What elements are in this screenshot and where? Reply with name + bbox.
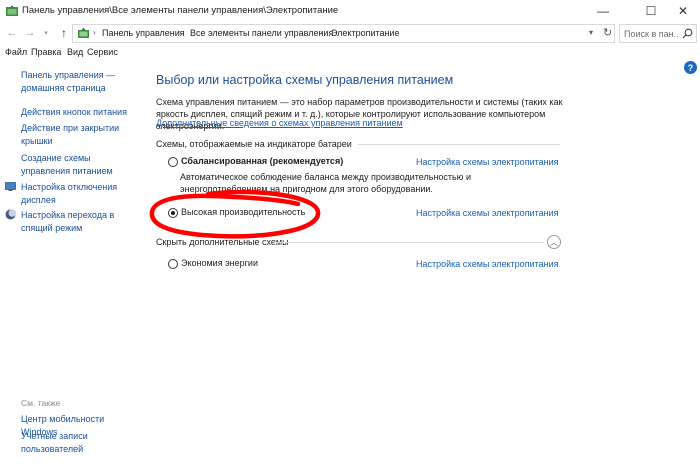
breadcrumb-separator: ›: [93, 28, 96, 37]
page-title: Выбор или настройка схемы управления пит…: [156, 73, 454, 87]
menu-view[interactable]: Вид: [67, 47, 83, 57]
power-options-icon: [6, 5, 18, 16]
control-panel-icon: [78, 27, 89, 38]
up-button[interactable]: ↑: [56, 25, 72, 41]
minimize-button[interactable]: —: [586, 0, 620, 22]
menu-bar: Файл Правка Вид Сервис: [0, 44, 700, 60]
breadcrumb-separator: ›: [320, 28, 323, 37]
sidebar-item-sleep[interactable]: Настройка перехода в спящий режим: [21, 209, 141, 234]
divider: [358, 144, 560, 145]
plan-balanced-label[interactable]: Сбалансированная (рекомендуется): [181, 156, 343, 166]
sidebar-item-create-plan[interactable]: Создание схемы управления питанием: [21, 152, 141, 177]
search-icon[interactable]: [682, 28, 693, 39]
menu-tools[interactable]: Сервис: [87, 47, 118, 57]
plan-high-performance-settings-link[interactable]: Настройка схемы электропитания: [416, 208, 559, 218]
address-bar[interactable]: › Панель управления › Все элементы панел…: [72, 24, 615, 43]
menu-edit[interactable]: Правка: [31, 47, 61, 57]
navigation-bar: ← → ▾ ↑ › Панель управления › Все элемен…: [0, 22, 700, 44]
sidebar-item-user-accounts[interactable]: Учетные записи пользователей: [21, 430, 116, 455]
see-also-label: См. также: [21, 398, 61, 408]
display-shield-icon: [5, 182, 16, 191]
breadcrumb-all-items[interactable]: Все элементы панели управления: [190, 28, 333, 38]
collapse-chevron-icon[interactable]: ︿: [547, 235, 561, 249]
menu-file[interactable]: Файл: [5, 47, 27, 57]
forward-button[interactable]: →: [22, 25, 38, 41]
refresh-icon[interactable]: ↻: [603, 26, 612, 39]
hide-additional-plans-label[interactable]: Скрыть дополнительные схемы: [156, 237, 289, 247]
plan-power-saver-radio[interactable]: [168, 259, 178, 269]
plan-power-saver-label[interactable]: Экономия энергии: [181, 258, 258, 268]
sidebar-item-display-off[interactable]: Настройка отключения дисплея: [21, 181, 141, 206]
plan-high-performance-label[interactable]: Высокая производительность: [181, 207, 305, 217]
breadcrumb-power-options[interactable]: Электропитание: [331, 28, 400, 38]
recent-locations-button[interactable]: ▾: [40, 25, 52, 41]
plan-balanced-radio[interactable]: [168, 157, 178, 167]
plan-balanced-description: Автоматическое соблюдение баланса между …: [180, 172, 472, 194]
title-bar: Панель управления\Все элементы панели уп…: [0, 0, 700, 22]
search-box[interactable]: [619, 24, 697, 43]
address-dropdown-icon[interactable]: ▾: [589, 28, 593, 37]
more-info-link[interactable]: Дополнительные сведения о схемах управле…: [156, 118, 403, 128]
sidebar-item-power-buttons[interactable]: Действия кнопок питания: [21, 106, 141, 119]
plan-power-saver-settings-link[interactable]: Настройка схемы электропитания: [416, 259, 559, 269]
plan-balanced-settings-link[interactable]: Настройка схемы электропитания: [416, 157, 559, 167]
help-icon[interactable]: ?: [684, 61, 697, 74]
sleep-moon-icon: [5, 209, 16, 220]
breadcrumb-control-panel[interactable]: Панель управления: [102, 28, 185, 38]
maximize-button[interactable]: ☐: [634, 0, 668, 22]
divider: [274, 242, 544, 243]
close-button[interactable]: ✕: [666, 0, 700, 22]
breadcrumb-separator: ›: [179, 28, 182, 37]
window-title: Панель управления\Все элементы панели уп…: [22, 5, 339, 16]
battery-plans-group-title: Схемы, отображаемые на индикаторе батаре…: [156, 139, 352, 149]
sidebar-item-lid-close[interactable]: Действие при закрытии крышки: [21, 122, 141, 147]
search-input[interactable]: [624, 27, 679, 40]
plan-high-performance-radio[interactable]: [168, 208, 178, 218]
back-button[interactable]: ←: [4, 25, 20, 41]
sidebar-home-link[interactable]: Панель управления — домашняя страница: [21, 69, 141, 94]
